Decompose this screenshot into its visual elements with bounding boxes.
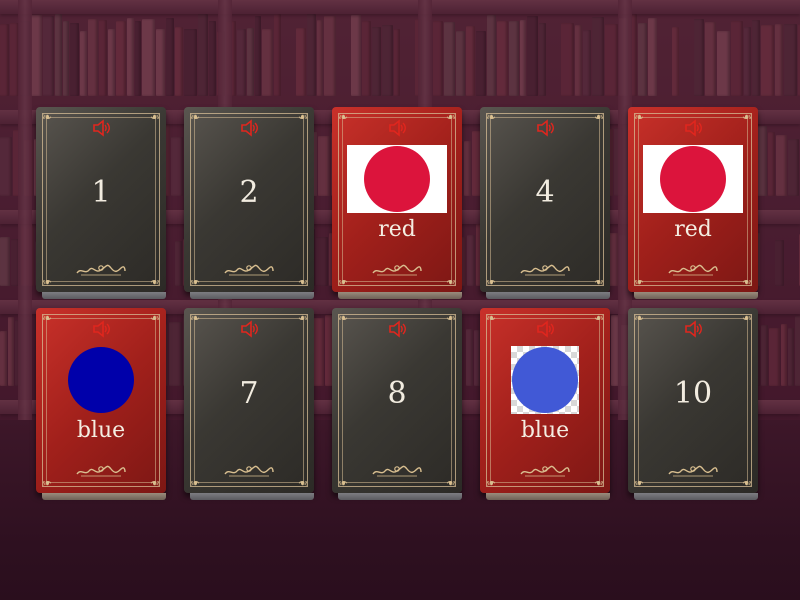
memory-card-10[interactable]: ❧ ❧ ❧ ❧ 10 [628, 308, 758, 500]
corner-ornament-icon: ❧ [593, 110, 605, 124]
corner-ornament-icon: ❧ [337, 275, 349, 289]
flourish-ornament-icon [223, 463, 275, 477]
corner-ornament-icon: ❧ [741, 476, 753, 490]
flourish-ornament-icon [667, 463, 719, 477]
corner-ornament-icon: ❧ [41, 110, 53, 124]
card-image [51, 346, 151, 414]
card-image [511, 346, 579, 414]
card-board: ❧ ❧ ❧ ❧ 1 ❧ ❧ ❧ ❧ 2 ❧ ❧ ❧ ❧ red ❧ ❧ ❧ ❧ 4 ❧ ❧ ❧ ❧ red ❧ ❧ ❧ ❧ blue ❧ ❧ ❧… [0, 0, 800, 600]
corner-ornament-icon: ❧ [189, 311, 201, 325]
corner-ornament-icon: ❧ [741, 275, 753, 289]
memory-card-6[interactable]: ❧ ❧ ❧ ❧ blue [36, 308, 166, 500]
card-number: 4 [535, 175, 555, 210]
corner-ornament-icon: ❧ [189, 110, 201, 124]
corner-ornament-icon: ❧ [593, 311, 605, 325]
corner-ornament-icon: ❧ [485, 476, 497, 490]
memory-card-4[interactable]: ❧ ❧ ❧ ❧ 4 [480, 107, 610, 299]
speaker-icon[interactable] [535, 119, 555, 137]
corner-ornament-icon: ❧ [633, 476, 645, 490]
flourish-ornament-icon [75, 463, 127, 477]
speaker-icon[interactable] [535, 320, 555, 338]
corner-ornament-icon: ❧ [41, 275, 53, 289]
card-word: red [378, 217, 416, 242]
corner-ornament-icon: ❧ [445, 311, 457, 325]
corner-ornament-icon: ❧ [297, 275, 309, 289]
color-circle [660, 146, 726, 212]
card-image [643, 145, 743, 213]
corner-ornament-icon: ❧ [633, 311, 645, 325]
flourish-ornament-icon [519, 463, 571, 477]
memory-card-3[interactable]: ❧ ❧ ❧ ❧ red [332, 107, 462, 299]
corner-ornament-icon: ❧ [445, 476, 457, 490]
memory-card-1[interactable]: ❧ ❧ ❧ ❧ 1 [36, 107, 166, 299]
corner-ornament-icon: ❧ [149, 311, 161, 325]
corner-ornament-icon: ❧ [337, 311, 349, 325]
flourish-ornament-icon [75, 262, 127, 276]
speaker-icon[interactable] [239, 320, 259, 338]
card-number: 2 [239, 175, 259, 210]
card-image [347, 145, 447, 213]
card-number: 8 [387, 376, 407, 411]
color-circle [512, 347, 578, 413]
card-number: 7 [239, 376, 259, 411]
corner-ornament-icon: ❧ [149, 476, 161, 490]
corner-ornament-icon: ❧ [297, 311, 309, 325]
speaker-icon[interactable] [239, 119, 259, 137]
flourish-ornament-icon [667, 262, 719, 276]
memory-card-5[interactable]: ❧ ❧ ❧ ❧ red [628, 107, 758, 299]
corner-ornament-icon: ❧ [741, 110, 753, 124]
card-number: 10 [673, 376, 713, 411]
flourish-ornament-icon [371, 262, 423, 276]
card-number: 1 [91, 175, 111, 210]
speaker-icon[interactable] [387, 119, 407, 137]
flourish-ornament-icon [519, 262, 571, 276]
corner-ornament-icon: ❧ [149, 275, 161, 289]
corner-ornament-icon: ❧ [485, 311, 497, 325]
corner-ornament-icon: ❧ [445, 275, 457, 289]
memory-card-9[interactable]: ❧ ❧ ❧ ❧ blue [480, 308, 610, 500]
memory-card-8[interactable]: ❧ ❧ ❧ ❧ 8 [332, 308, 462, 500]
corner-ornament-icon: ❧ [297, 476, 309, 490]
corner-ornament-icon: ❧ [741, 311, 753, 325]
card-word: red [674, 217, 712, 242]
corner-ornament-icon: ❧ [633, 110, 645, 124]
card-word: blue [520, 418, 570, 443]
corner-ornament-icon: ❧ [593, 275, 605, 289]
speaker-icon[interactable] [91, 320, 111, 338]
color-circle [364, 146, 430, 212]
corner-ornament-icon: ❧ [633, 275, 645, 289]
speaker-icon[interactable] [91, 119, 111, 137]
card-word: blue [76, 418, 126, 443]
corner-ornament-icon: ❧ [485, 275, 497, 289]
flourish-ornament-icon [371, 463, 423, 477]
corner-ornament-icon: ❧ [149, 110, 161, 124]
corner-ornament-icon: ❧ [41, 476, 53, 490]
corner-ornament-icon: ❧ [445, 110, 457, 124]
speaker-icon[interactable] [387, 320, 407, 338]
memory-card-2[interactable]: ❧ ❧ ❧ ❧ 2 [184, 107, 314, 299]
speaker-icon[interactable] [683, 119, 703, 137]
corner-ornament-icon: ❧ [337, 110, 349, 124]
speaker-icon[interactable] [683, 320, 703, 338]
corner-ornament-icon: ❧ [189, 476, 201, 490]
memory-card-7[interactable]: ❧ ❧ ❧ ❧ 7 [184, 308, 314, 500]
flourish-ornament-icon [223, 262, 275, 276]
corner-ornament-icon: ❧ [593, 476, 605, 490]
corner-ornament-icon: ❧ [485, 110, 497, 124]
corner-ornament-icon: ❧ [297, 110, 309, 124]
corner-ornament-icon: ❧ [41, 311, 53, 325]
corner-ornament-icon: ❧ [189, 275, 201, 289]
color-circle [68, 347, 134, 413]
corner-ornament-icon: ❧ [337, 476, 349, 490]
